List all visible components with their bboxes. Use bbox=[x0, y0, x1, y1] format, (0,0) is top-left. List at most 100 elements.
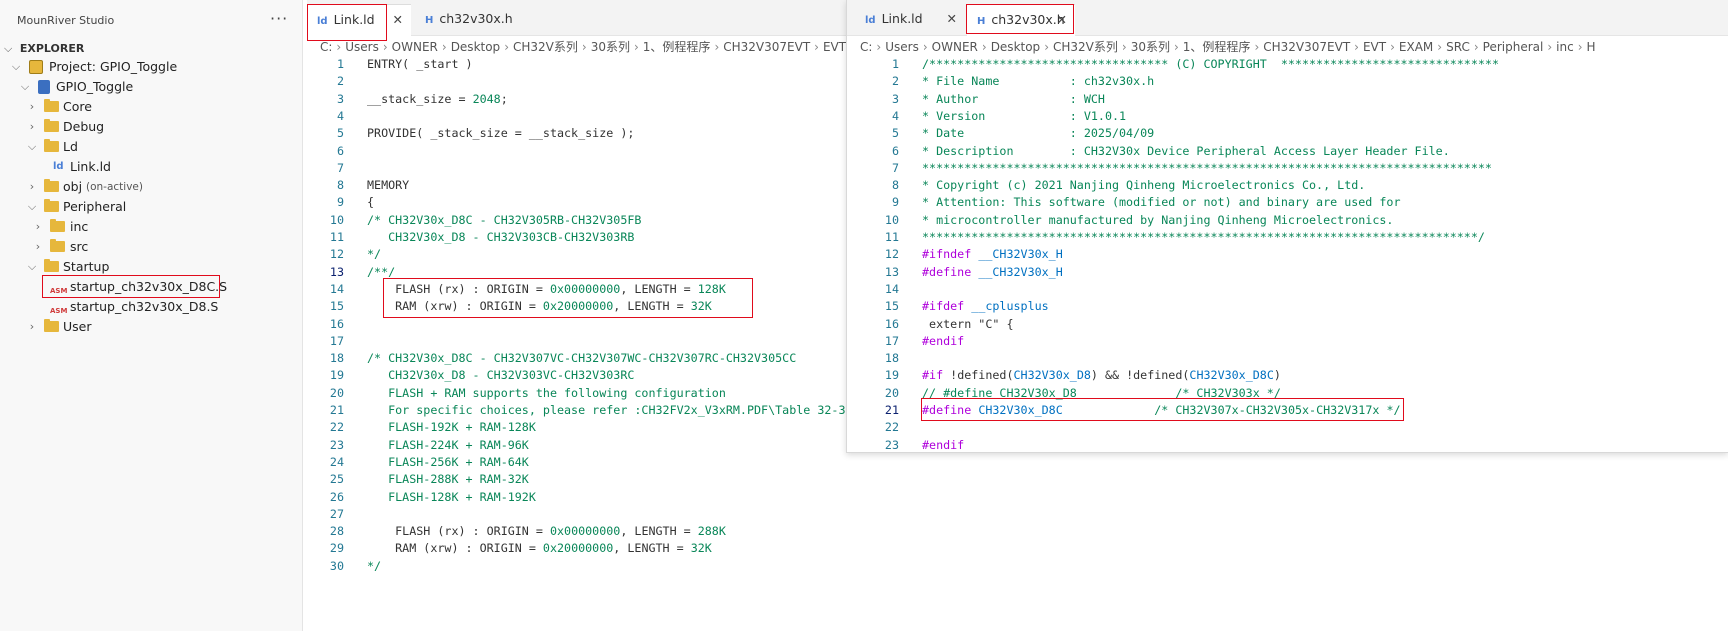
code-text: /* CH32V30x_D8C - CH32V307VC-CH32V307WC-… bbox=[367, 351, 797, 366]
breadcrumb-item[interactable]: EVT bbox=[823, 40, 846, 54]
breadcrumb-item[interactable]: Users bbox=[885, 40, 919, 54]
code-line[interactable]: 9 * Attention: This software (modified or… bbox=[847, 194, 1727, 211]
code-line[interactable]: 3 __stack_size = 2048; bbox=[307, 91, 852, 108]
code-line[interactable]: 1 /********************************** (C)… bbox=[847, 56, 1727, 73]
breadcrumb-item[interactable]: H bbox=[1587, 40, 1596, 54]
code-line[interactable]: 5 * Date : 2025/04/09 bbox=[847, 125, 1727, 142]
code-line[interactable]: 3 * Author : WCH bbox=[847, 91, 1727, 108]
code-line[interactable]: 5 PROVIDE( _stack_size = __stack_size ); bbox=[307, 125, 852, 142]
code-line[interactable]: 7 ***************************************… bbox=[847, 160, 1727, 177]
breadcrumb-item[interactable]: EVT bbox=[1363, 40, 1386, 54]
code-line[interactable]: 8 MEMORY bbox=[307, 177, 852, 194]
code-line[interactable]: 16 extern "C" { bbox=[847, 316, 1727, 333]
code-line[interactable]: 19 #if !defined(CH32V30x_D8) && !defined(… bbox=[847, 367, 1727, 384]
code-line[interactable]: 16 bbox=[307, 316, 852, 333]
breadcrumb-item[interactable]: C: bbox=[860, 40, 872, 54]
code-line[interactable]: 14 bbox=[847, 281, 1727, 298]
tree-item-ld[interactable]: ⌵ Ld bbox=[0, 137, 302, 157]
breadcrumb-item[interactable]: OWNER bbox=[932, 40, 978, 54]
tree-item-gpio-toggle[interactable]: ⌵ GPIO_Toggle bbox=[0, 77, 302, 97]
code-line[interactable]: 6 bbox=[307, 143, 852, 160]
breadcrumb-item[interactable]: Desktop bbox=[451, 40, 501, 54]
code-line[interactable]: 19 CH32V30x_D8 - CH32V303VC-CH32V303RC bbox=[307, 367, 852, 384]
tab-link-ld[interactable]: ld Link.ld ✕ bbox=[855, 4, 965, 36]
tab-ch32v30x-h[interactable]: Hch32v30x.h bbox=[415, 4, 527, 36]
code-line[interactable]: 28 FLASH (rx) : ORIGIN = 0x00000000, LEN… bbox=[307, 523, 852, 540]
close-icon[interactable]: ✕ bbox=[947, 4, 957, 34]
code-line[interactable]: 22 FLASH-192K + RAM-128K bbox=[307, 419, 852, 436]
code-line[interactable]: 1 ENTRY( _start ) bbox=[307, 56, 852, 73]
close-icon[interactable]: ✕ bbox=[393, 5, 403, 35]
breadcrumb-item[interactable]: 30系列 bbox=[1131, 40, 1170, 54]
code-line[interactable]: 11 **************************************… bbox=[847, 229, 1727, 246]
code-line[interactable]: 8 * Copyright (c) 2021 Nanjing Qinheng Mi… bbox=[847, 177, 1727, 194]
code-line[interactable]: 2 bbox=[307, 73, 852, 90]
tree-item-project[interactable]: ⌵ Project: GPIO_Toggle bbox=[0, 57, 302, 77]
breadcrumb-item[interactable]: SRC bbox=[1446, 40, 1470, 54]
code-line[interactable]: 24 FLASH-256K + RAM-64K bbox=[307, 454, 852, 471]
tree-item-inc[interactable]: › inc bbox=[0, 217, 302, 237]
editor-tabs: ld Link.ld ✕ Hch32v30x.h bbox=[307, 0, 852, 36]
tree-item-src[interactable]: › src bbox=[0, 237, 302, 257]
code-line[interactable]: 17 #endif bbox=[847, 333, 1727, 350]
line-number: 4 bbox=[891, 108, 899, 123]
breadcrumb-item[interactable]: EXAM bbox=[1399, 40, 1433, 54]
breadcrumb-item[interactable]: Users bbox=[345, 40, 379, 54]
code-line[interactable]: 22 bbox=[847, 419, 1727, 436]
tree-item-obj[interactable]: › obj (on-active) bbox=[0, 177, 302, 197]
tree-item-core[interactable]: › Core bbox=[0, 97, 302, 117]
code-line[interactable]: 30 */ bbox=[307, 558, 852, 575]
breadcrumb-item[interactable]: 1、例程程序 bbox=[643, 40, 711, 54]
code-line[interactable]: 4 bbox=[307, 108, 852, 125]
code-line[interactable]: 15 #ifdef __cplusplus bbox=[847, 298, 1727, 315]
breadcrumb-item[interactable]: CH32V系列 bbox=[513, 40, 578, 54]
code-line[interactable]: 21 For specific choices, please refer :C… bbox=[307, 402, 852, 419]
code-line[interactable]: 23 #endif bbox=[847, 437, 1727, 452]
code-line[interactable]: 6 * Description : CH32V30x Device Periphe… bbox=[847, 143, 1727, 160]
tree-item-startup[interactable]: ⌵ Startup bbox=[0, 257, 302, 277]
code-line[interactable]: 10 /* CH32V30x_D8C - CH32V305RB-CH32V305F… bbox=[307, 212, 852, 229]
code-line[interactable]: 10 * microcontroller manufactured by Nanj… bbox=[847, 212, 1727, 229]
code-line[interactable]: 11 CH32V30x_D8 - CH32V303CB-CH32V303RB bbox=[307, 229, 852, 246]
tree-item-startup-d8[interactable]: ASM startup_ch32v30x_D8.S bbox=[0, 297, 302, 317]
breadcrumb-item[interactable]: 1、例程程序 bbox=[1183, 40, 1251, 54]
breadcrumb-item[interactable]: CH32V系列 bbox=[1053, 40, 1118, 54]
tree-item-debug[interactable]: › Debug bbox=[0, 117, 302, 137]
explorer-section-header[interactable]: ⌵ EXPLORER bbox=[4, 40, 84, 58]
chevron-right-icon: › bbox=[29, 120, 35, 133]
tree-item-link-ld[interactable]: ld Link.ld bbox=[0, 157, 302, 177]
tree-item-user[interactable]: › User bbox=[0, 317, 302, 337]
code-line[interactable]: 13 #define __CH32V30x_H bbox=[847, 264, 1727, 281]
code-line[interactable]: 26 FLASH-128K + RAM-192K bbox=[307, 489, 852, 506]
code-line[interactable]: 18 bbox=[847, 350, 1727, 367]
code-line[interactable]: 7 bbox=[307, 160, 852, 177]
code-line[interactable]: 4 * Version : V1.0.1 bbox=[847, 108, 1727, 125]
code-line[interactable]: 20 FLASH + RAM supports the following co… bbox=[307, 385, 852, 402]
code-text: MEMORY bbox=[367, 178, 410, 193]
breadcrumb-item[interactable]: CH32V307EVT bbox=[723, 40, 810, 54]
folder-icon bbox=[44, 199, 59, 212]
breadcrumb-item[interactable]: Desktop bbox=[991, 40, 1041, 54]
breadcrumb-item[interactable]: OWNER bbox=[392, 40, 438, 54]
line-number: 12 bbox=[329, 247, 344, 262]
breadcrumb-item[interactable]: C: bbox=[320, 40, 332, 54]
code-line[interactable]: 29 RAM (xrw) : ORIGIN = 0x20000000, LENG… bbox=[307, 540, 852, 557]
code-line[interactable]: 9{ bbox=[307, 194, 852, 211]
more-actions-icon[interactable]: ··· bbox=[270, 9, 288, 28]
code-line[interactable]: 25 FLASH-288K + RAM-32K bbox=[307, 471, 852, 488]
breadcrumb-item[interactable]: inc bbox=[1556, 40, 1574, 54]
tree-item-peripheral[interactable]: ⌵ Peripheral bbox=[0, 197, 302, 217]
code-line[interactable]: 2 * File Name : ch32v30x.h bbox=[847, 73, 1727, 90]
code-line[interactable]: 18 /* CH32V30x_D8C - CH32V307VC-CH32V307W… bbox=[307, 350, 852, 367]
breadcrumb-item[interactable]: CH32V307EVT bbox=[1263, 40, 1350, 54]
code-area[interactable]: 1 /********************************** (C)… bbox=[847, 56, 1727, 452]
chevron-right-icon: › bbox=[29, 100, 35, 113]
code-area[interactable]: 1 ENTRY( _start ) 2 3 __stack_size = 2048; 4 5… bbox=[307, 56, 852, 631]
code-line[interactable]: 12 */ bbox=[307, 246, 852, 263]
code-line[interactable]: 27 bbox=[307, 506, 852, 523]
breadcrumb-item[interactable]: 30系列 bbox=[591, 40, 630, 54]
code-line[interactable]: 12 #ifndef __CH32V30x_H bbox=[847, 246, 1727, 263]
code-line[interactable]: 23 FLASH-224K + RAM-96K bbox=[307, 437, 852, 454]
breadcrumb-item[interactable]: Peripheral bbox=[1483, 40, 1544, 54]
code-line[interactable]: 17 bbox=[307, 333, 852, 350]
